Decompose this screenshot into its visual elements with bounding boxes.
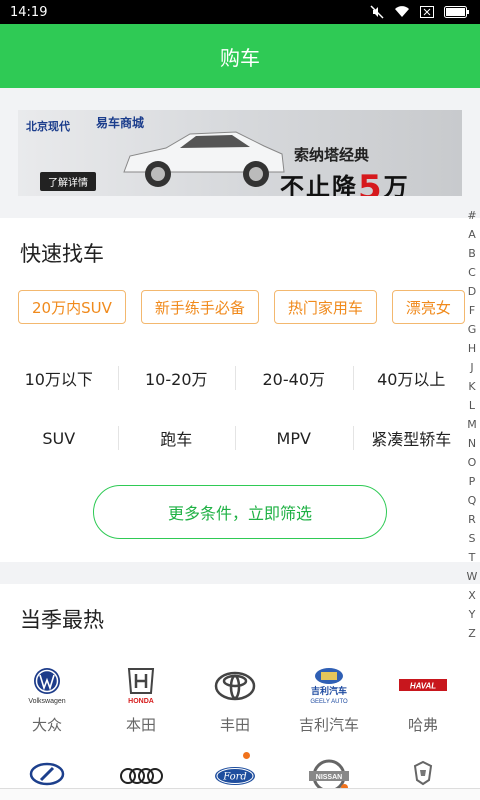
car-image bbox=[123, 131, 285, 187]
type-mpv[interactable]: MPV bbox=[235, 416, 353, 460]
index-letter[interactable]: L bbox=[469, 396, 475, 415]
index-letter[interactable]: D bbox=[468, 282, 476, 301]
quick-find-title: 快速找车 bbox=[20, 242, 104, 266]
index-letter[interactable]: A bbox=[468, 225, 476, 244]
type-suv[interactable]: SUV bbox=[0, 416, 118, 460]
index-letter[interactable]: J bbox=[470, 358, 473, 377]
hot-title: 当季最热 bbox=[20, 608, 104, 632]
svg-text:吉利汽车: 吉利汽车 bbox=[311, 685, 347, 697]
page-title: 购车 bbox=[220, 45, 260, 70]
svg-text:Ford: Ford bbox=[222, 772, 247, 783]
honda-logo-text: HONDA bbox=[128, 698, 154, 705]
index-letter[interactable]: X bbox=[468, 586, 476, 605]
index-letter[interactable]: T bbox=[469, 548, 476, 567]
hot-section: 当季最热 Volkswagen 大众 HONDA 本田 丰田 吉利汽车 GEELY… bbox=[0, 584, 480, 800]
status-time: 14:19 bbox=[10, 4, 48, 20]
banner-detail-button[interactable]: 了解详情 bbox=[40, 172, 96, 191]
body-type-row: SUV 跑车 MPV 紧凑型轿车 bbox=[0, 416, 470, 460]
index-letter[interactable]: P bbox=[469, 472, 476, 491]
brand-toyota[interactable]: 丰田 bbox=[188, 664, 282, 735]
brand-geely[interactable]: 吉利汽车 GEELY AUTO 吉利汽车 bbox=[282, 664, 376, 735]
geely-logo-text: GEELY AUTO bbox=[310, 699, 348, 705]
price-range-row: 10万以下 10-20万 20-40万 40万以上 bbox=[0, 356, 470, 400]
brand-name: 哈弗 bbox=[407, 716, 438, 734]
svg-text:NISSAN: NISSAN bbox=[316, 774, 342, 781]
index-letter[interactable]: R bbox=[468, 510, 476, 529]
mute-icon bbox=[370, 5, 384, 19]
index-letter[interactable]: W bbox=[467, 567, 478, 586]
price-10-20w[interactable]: 10-20万 bbox=[117, 356, 236, 400]
brand-row-1: Volkswagen 大众 HONDA 本田 丰田 吉利汽车 GEELY AUTO… bbox=[0, 664, 470, 735]
battery-icon bbox=[444, 6, 469, 18]
index-letter[interactable]: F bbox=[469, 301, 475, 320]
index-letter[interactable]: K bbox=[468, 377, 475, 396]
quick-find-section: 快速找车 20万内SUV 新手练手必备 热门家用车 漂亮女 10万以下 10-2… bbox=[0, 218, 480, 562]
promo-banner[interactable]: 北京现代 易车商城 索纳塔经典 不止降5万 了解详情 bbox=[18, 110, 462, 196]
alphabet-index-bar[interactable]: # A B C D F G H J K L M N O P Q R S T W … bbox=[464, 206, 480, 643]
haval-logo-text: HAVAL bbox=[410, 682, 436, 691]
index-letter[interactable]: M bbox=[467, 415, 477, 434]
geely-logo-icon: 吉利汽车 GEELY AUTO bbox=[299, 664, 359, 708]
tag-beginner[interactable]: 新手练手必备 bbox=[140, 290, 259, 324]
tag-pretty[interactable]: 漂亮女 bbox=[391, 290, 465, 324]
volkswagen-logo-text: Volkswagen bbox=[28, 698, 65, 705]
brand-name: 吉利汽车 bbox=[298, 716, 359, 734]
banner-headline-text: 不止降 bbox=[280, 173, 358, 196]
brand-haval[interactable]: HAVAL 哈弗 bbox=[376, 664, 470, 735]
brand-name: 丰田 bbox=[219, 716, 250, 734]
price-under-10w[interactable]: 10万以下 bbox=[0, 356, 118, 400]
price-20-40w[interactable]: 20-40万 bbox=[235, 356, 353, 400]
banner-headline: 不止降5万 bbox=[280, 164, 410, 196]
banner-number: 5 bbox=[358, 168, 384, 196]
type-compact-sedan[interactable]: 紧凑型轿车 bbox=[352, 416, 471, 460]
index-letter[interactable]: Z bbox=[468, 624, 476, 643]
brand-name: 本田 bbox=[125, 716, 156, 734]
new-badge-dot bbox=[243, 752, 250, 759]
index-letter[interactable]: O bbox=[468, 453, 477, 472]
tag-family-car[interactable]: 热门家用车 bbox=[273, 290, 377, 324]
index-letter[interactable]: N bbox=[468, 434, 476, 453]
quick-tags: 20万内SUV 新手练手必备 热门家用车 漂亮女 bbox=[18, 290, 465, 324]
type-sports-car[interactable]: 跑车 bbox=[117, 416, 236, 460]
title-bar: 购车 bbox=[0, 24, 480, 88]
banner-slogan: 索纳塔经典 bbox=[294, 146, 370, 164]
brand-volkswagen[interactable]: Volkswagen 大众 bbox=[0, 664, 94, 735]
haval-logo-icon: HAVAL bbox=[393, 664, 453, 708]
index-letter[interactable]: C bbox=[468, 263, 476, 282]
index-letter[interactable]: G bbox=[468, 320, 477, 339]
hyundai-brand-logo: 北京现代 bbox=[26, 120, 70, 133]
brand-name: 大众 bbox=[31, 716, 62, 734]
sim-icon bbox=[420, 6, 434, 18]
volkswagen-logo-icon: Volkswagen bbox=[17, 664, 77, 708]
brand-honda[interactable]: HONDA 本田 bbox=[94, 664, 188, 735]
index-letter[interactable]: S bbox=[469, 529, 476, 548]
index-letter[interactable]: H bbox=[468, 339, 476, 358]
status-bar: 14:19 bbox=[0, 0, 480, 24]
toyota-logo-icon bbox=[205, 664, 265, 708]
banner-section: 北京现代 易车商城 索纳塔经典 不止降5万 了解详情 bbox=[0, 88, 480, 218]
index-letter[interactable]: Y bbox=[469, 605, 476, 624]
banner-unit: 万 bbox=[383, 173, 410, 196]
index-letter[interactable]: # bbox=[467, 206, 476, 225]
honda-logo-icon: HONDA bbox=[111, 664, 171, 708]
bottom-tab-bar[interactable] bbox=[0, 788, 480, 800]
more-filters-button[interactable]: 更多条件，立即筛选 bbox=[93, 485, 387, 539]
tag-suv-under-20w[interactable]: 20万内SUV bbox=[18, 290, 126, 324]
index-letter[interactable]: Q bbox=[468, 491, 477, 510]
price-over-40w[interactable]: 40万以上 bbox=[352, 356, 471, 400]
wifi-icon bbox=[395, 6, 409, 18]
index-letter[interactable]: B bbox=[468, 244, 476, 263]
